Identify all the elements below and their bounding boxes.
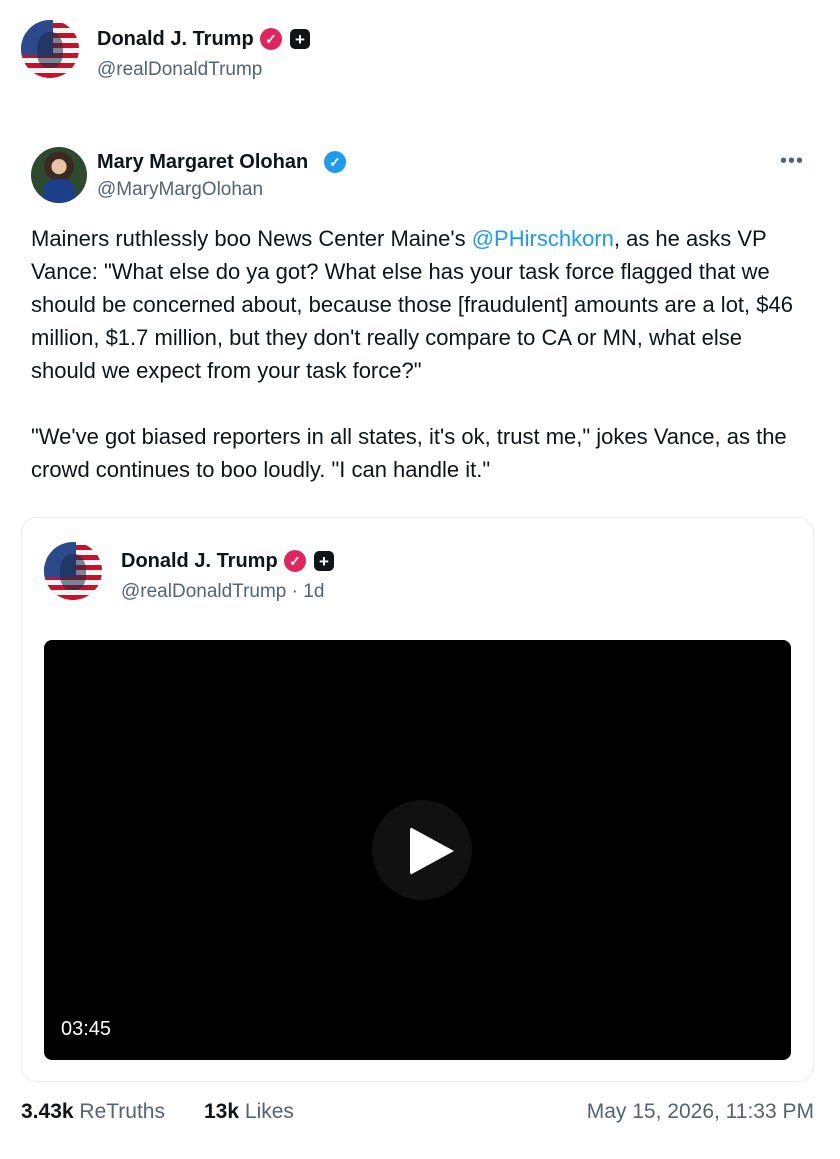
quoted-author-handle[interactable]: @MaryMargOlohan <box>97 179 263 201</box>
tweet-paragraph: "We've got biased reporters in all state… <box>31 424 787 482</box>
post-timestamp: May 15, 2026, 11:33 PM <box>587 1100 814 1124</box>
retruths-count: 3.43k <box>21 1100 74 1123</box>
card-author-name[interactable]: Donald J. Trump <box>121 550 278 573</box>
verified-badge-icon: ✓ <box>260 28 282 50</box>
retruths-stat[interactable]: 3.43k ReTruths <box>21 1100 165 1124</box>
plus-square-icon: + <box>290 29 310 49</box>
plus-square-icon: + <box>314 551 334 571</box>
mention-link[interactable]: @PHirschkorn <box>472 226 614 251</box>
timestamp-text: May 15, 2026, 11:33 PM <box>586 1100 814 1123</box>
quoted-author-avatar[interactable] <box>31 147 87 203</box>
card-author-handle-time[interactable]: @realDonaldTrump · 1d <box>121 581 324 603</box>
tweet-text: Mainers ruthlessly boo News Center Maine… <box>31 222 811 486</box>
tweet-text-part: Mainers ruthlessly boo News Center Maine… <box>31 226 472 251</box>
play-icon[interactable] <box>372 800 472 900</box>
verified-badge-icon: ✓ <box>324 151 346 173</box>
retruths-label: ReTruths <box>79 1100 165 1123</box>
author-avatar[interactable] <box>21 20 79 78</box>
likes-stat[interactable]: 13k Likes <box>204 1100 294 1124</box>
card-author-avatar[interactable] <box>44 542 102 600</box>
author-name[interactable]: Donald J. Trump <box>97 28 254 51</box>
likes-label: Likes <box>244 1100 294 1123</box>
tweet-paragraph: Mainers ruthlessly boo News Center Maine… <box>31 222 811 387</box>
verified-badge-icon: ✓ <box>284 550 306 572</box>
author-handle[interactable]: @realDonaldTrump <box>97 59 262 81</box>
quoted-author-name[interactable]: Mary Margaret Olohan <box>97 151 308 174</box>
more-options-icon[interactable]: ••• <box>780 150 804 173</box>
video-duration: 03:45 <box>61 1018 112 1040</box>
likes-count: 13k <box>204 1100 240 1123</box>
